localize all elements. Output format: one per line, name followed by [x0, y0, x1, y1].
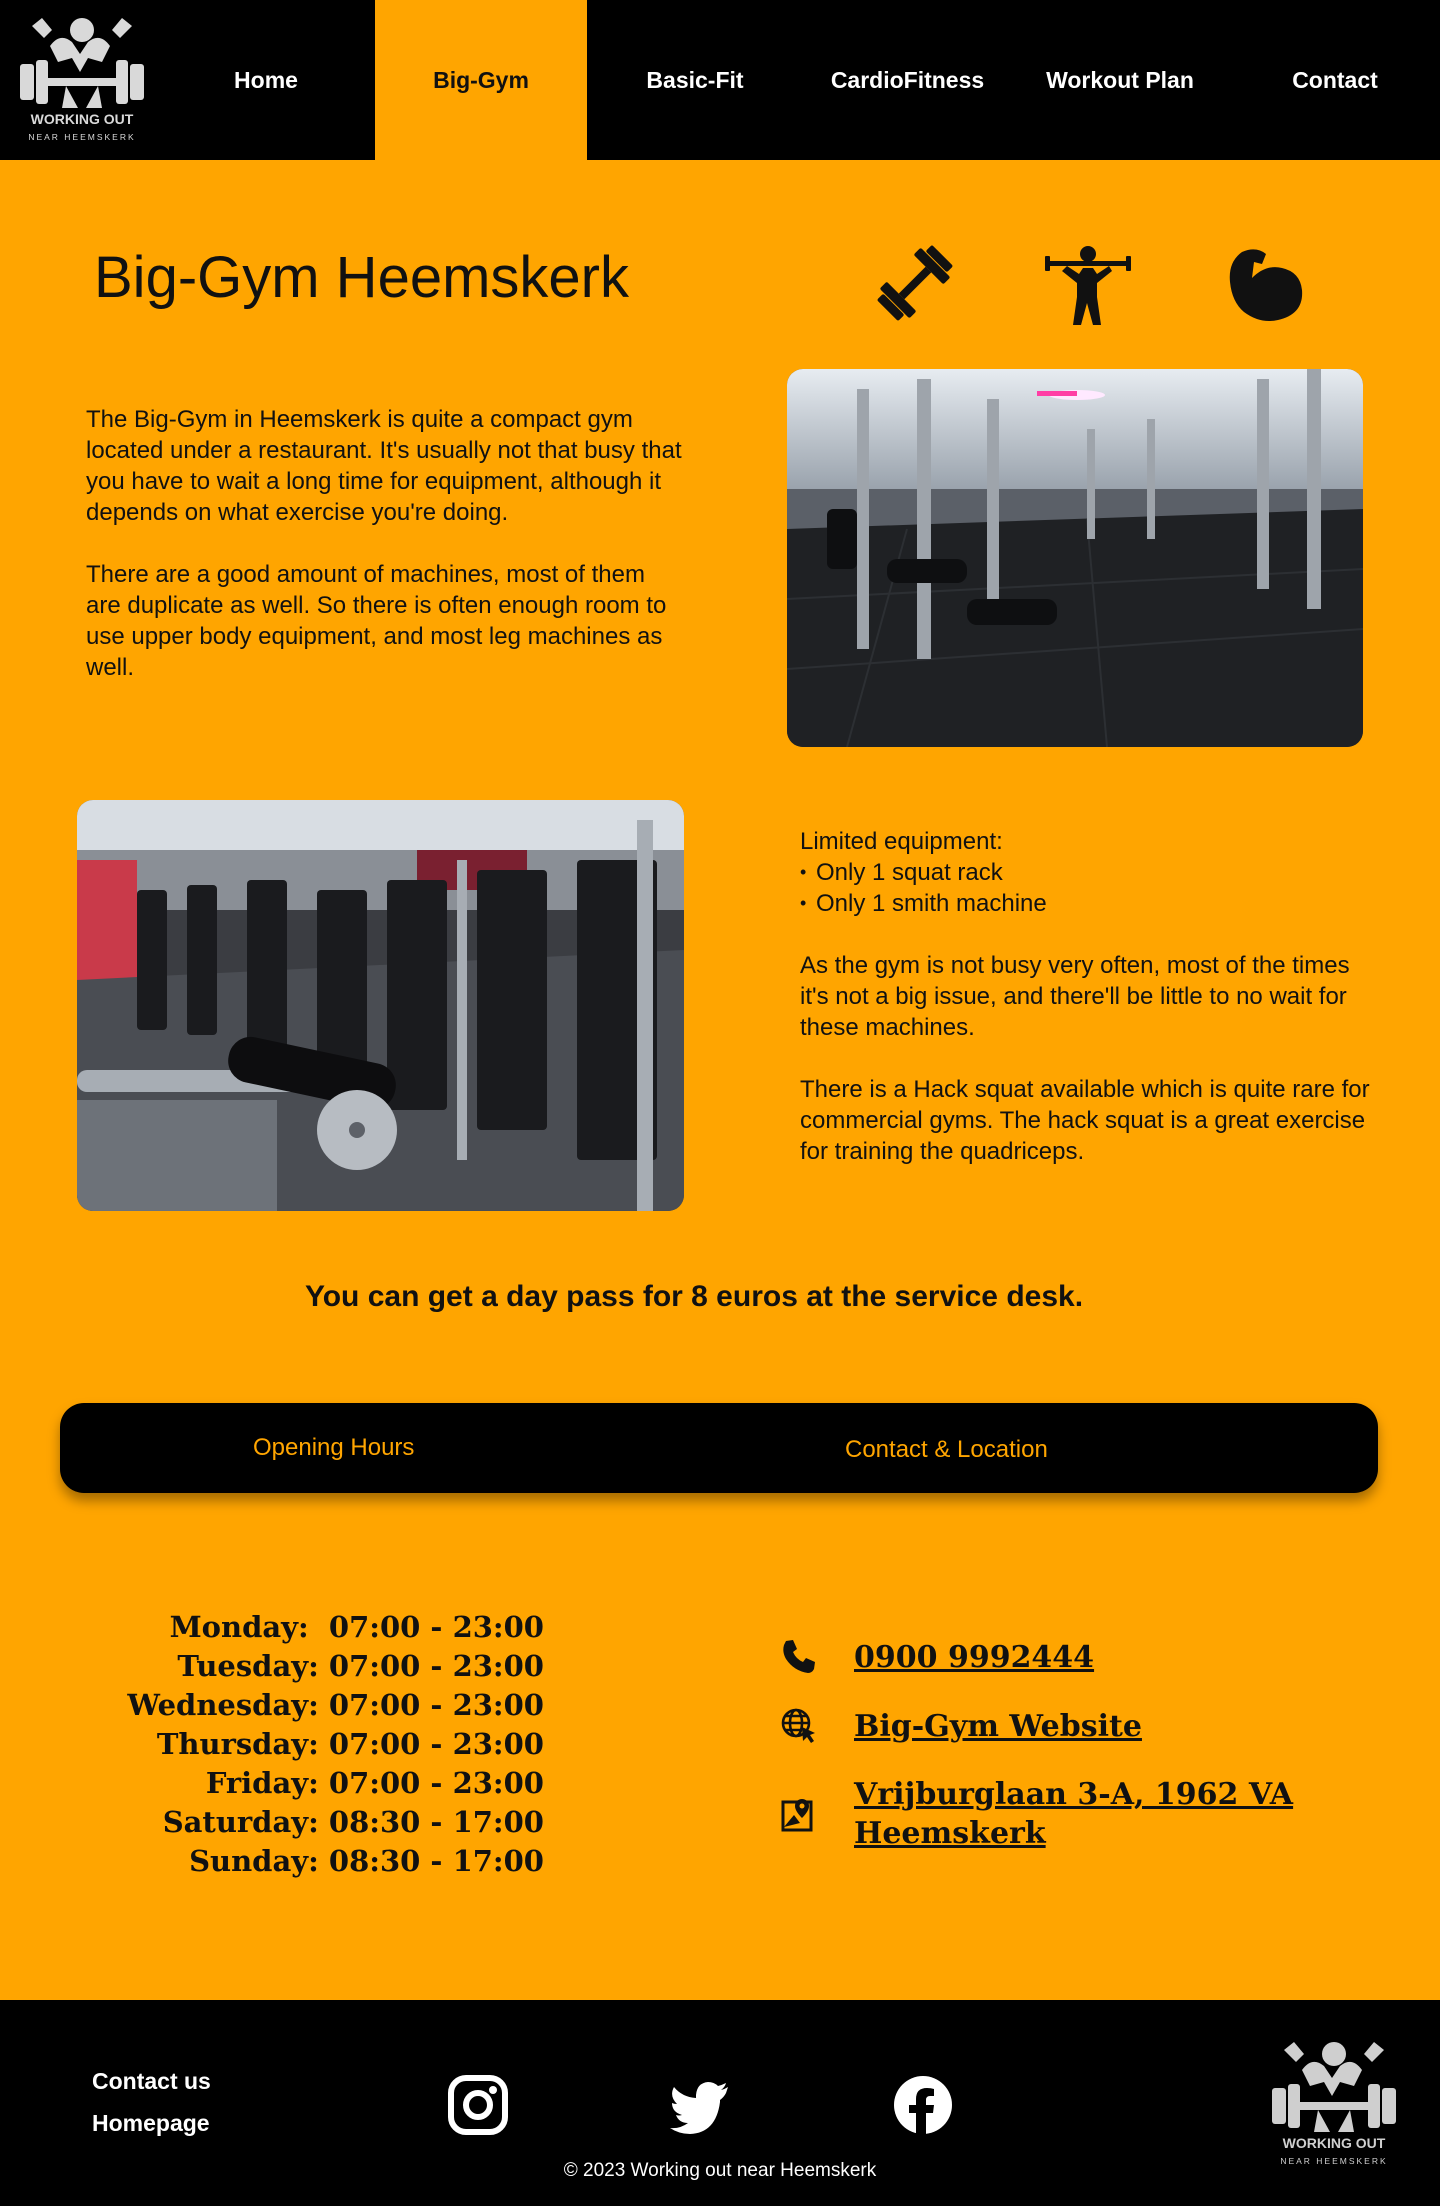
logo-subtext: NEAR HEEMSKERK [28, 132, 135, 142]
details-paragraph-1: As the gym is not busy very often, most … [800, 952, 1350, 1041]
logo-text: WORKING OUT [31, 111, 134, 127]
instagram-icon[interactable] [447, 2074, 509, 2136]
address-link[interactable]: Vrijburglaan 3-A, 1962 VA Heemskerk [854, 1775, 1293, 1853]
globe-cursor-icon [780, 1707, 820, 1747]
page-title: Big-Gym Heemskerk [94, 245, 629, 310]
map-pin-icon [780, 1797, 820, 1837]
page-footer: Contact us Homepage © 2023 Working out n… [0, 2000, 1440, 2206]
day-pass-note: You can get a day pass for 8 euros at th… [304, 1280, 1084, 1313]
dumbbell-icon [870, 238, 960, 328]
footer-logo-subtext: NEAR HEEMSKERK [1280, 2156, 1387, 2166]
hours-row: Saturday: 08:30 - 17:00 [162, 1805, 544, 1839]
info-tab-bar: Opening Hours Contact & Location [60, 1403, 1378, 1493]
list-item: Only 1 squat rack [800, 857, 1380, 888]
tab-opening-hours[interactable]: Opening Hours [253, 1403, 414, 1493]
website-link[interactable]: Big-Gym Website [854, 1707, 1142, 1746]
address-line-1: Vrijburglaan 3-A, 1962 VA [854, 1777, 1294, 1812]
intro-paragraph-1: The Big-Gym in Heemskerk is quite a comp… [86, 406, 682, 526]
phone-link[interactable]: 0900 9992444 [854, 1638, 1094, 1677]
top-navigation: WORKING OUT NEAR HEEMSKERK Home Big-Gym … [0, 0, 1440, 160]
contact-phone-row: 0900 9992444 [780, 1638, 1094, 1678]
equipment-heading: Limited equipment: [800, 828, 1003, 855]
hours-row: Thursday: 07:00 - 23:00 [156, 1727, 544, 1761]
contact-address-row: Vrijburglaan 3-A, 1962 VA Heemskerk [780, 1775, 1293, 1853]
weightlifter-icon [1043, 238, 1133, 328]
hours-row: Friday: 07:00 - 23:00 [205, 1766, 544, 1800]
nav-big-gym[interactable]: Big-Gym [375, 0, 587, 160]
intro-paragraph-2: There are a good amount of machines, mos… [86, 561, 667, 681]
intro-text: The Big-Gym in Heemskerk is quite a comp… [86, 404, 686, 714]
opening-hours-list: Monday: 07:00 - 23:00 Tuesday: 07:00 - 2… [127, 1608, 544, 1881]
nav-contact[interactable]: Contact [1265, 0, 1405, 160]
nav-home[interactable]: Home [196, 0, 336, 160]
hours-row: Tuesday: 07:00 - 23:00 [177, 1649, 544, 1683]
details-text: Limited equipment: Only 1 squat rack Onl… [800, 826, 1380, 1198]
contact-website-row: Big-Gym Website [780, 1707, 1142, 1747]
hours-row: Wednesday: 07:00 - 23:00 [127, 1688, 544, 1722]
footer-homepage-link[interactable]: Homepage [92, 2110, 210, 2137]
tab-contact-location[interactable]: Contact & Location [845, 1405, 1048, 1495]
footer-logo[interactable]: WORKING OUT NEAR HEEMSKERK [1262, 2030, 1407, 2170]
equipment-list: Only 1 squat rack Only 1 smith machine [800, 857, 1380, 919]
twitter-icon[interactable] [670, 2074, 732, 2136]
facebook-icon[interactable] [892, 2074, 954, 2136]
nav-workout-plan[interactable]: Workout Plan [1025, 0, 1215, 160]
address-line-2: Heemskerk [854, 1816, 1046, 1851]
gym-interior-photo-2 [77, 800, 684, 1211]
flexed-bicep-icon [1222, 238, 1312, 328]
site-logo[interactable]: WORKING OUT NEAR HEEMSKERK [10, 6, 155, 146]
hours-row: Sunday: 08:30 - 17:00 [189, 1844, 544, 1878]
phone-icon [780, 1638, 820, 1678]
gym-interior-photo-1 [787, 369, 1363, 747]
footer-contact-link[interactable]: Contact us [92, 2068, 211, 2095]
details-paragraph-2: There is a Hack squat available which is… [800, 1076, 1370, 1165]
nav-basic-fit[interactable]: Basic-Fit [610, 0, 780, 160]
hours-row: Monday: 07:00 - 23:00 [169, 1610, 544, 1644]
list-item: Only 1 smith machine [800, 888, 1380, 919]
footer-logo-text: WORKING OUT [1283, 2135, 1386, 2151]
copyright-text: © 2023 Working out near Heemskerk [563, 2160, 877, 2181]
nav-cardiofitness[interactable]: CardioFitness [810, 0, 1005, 160]
